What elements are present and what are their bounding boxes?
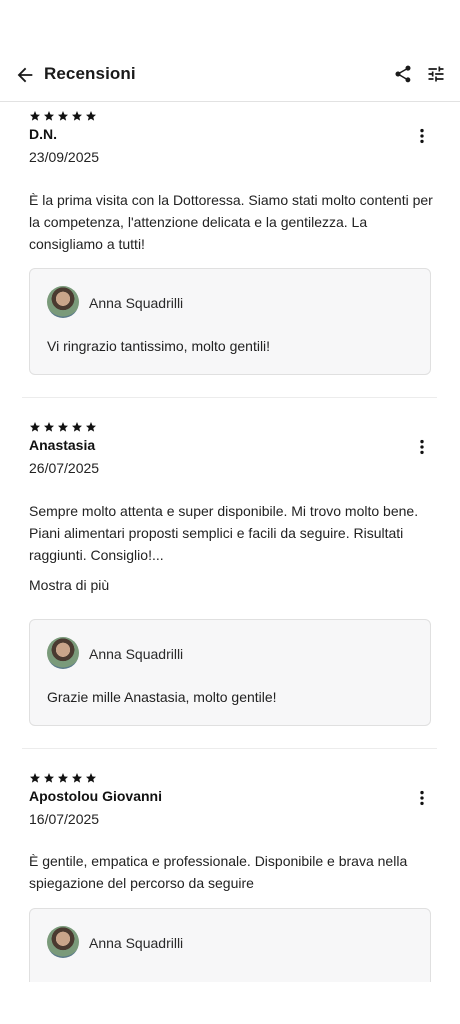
rating-stars [29, 421, 97, 433]
star-icon [44, 773, 54, 783]
rating-stars [29, 110, 97, 122]
reviewer-name: D.N. [29, 126, 57, 142]
page-title: Recensioni [44, 64, 136, 83]
star-icon [30, 111, 40, 121]
review-date: 23/09/2025 [29, 149, 100, 165]
reply-author: Anna Squadrilli [89, 295, 184, 311]
review-text: È gentile, empatica e professionale. Dis… [29, 853, 408, 891]
review-card: Apostolou Giovanni 16/07/2025 È gentile,… [0, 772, 460, 982]
more-options-button[interactable] [412, 437, 432, 457]
review-card: D.N. 23/09/2025 È la prima visita con la… [0, 110, 460, 400]
review-date: 16/07/2025 [29, 811, 100, 827]
reply-author: Anna Squadrilli [89, 935, 184, 951]
review-date: 26/07/2025 [29, 460, 100, 476]
reply-author: Anna Squadrilli [89, 646, 184, 662]
more-vertical-icon [420, 439, 424, 455]
star-icon [72, 111, 82, 121]
share-icon [395, 65, 411, 83]
sliders-icon [428, 66, 444, 82]
app-header: Recensioni [0, 50, 460, 102]
show-more-link[interactable]: Mostra di più [29, 577, 109, 593]
share-button[interactable] [393, 64, 415, 86]
doctor-reply: Anna Squadrilli [29, 908, 431, 982]
doctor-reply: Anna Squadrilli Grazie mille Anastasia, … [29, 619, 431, 726]
back-button[interactable] [12, 62, 38, 88]
review-text: È la prima visita con la Dottoressa. Sia… [29, 192, 433, 252]
star-icon [86, 111, 96, 121]
star-icon [58, 111, 68, 121]
star-icon [72, 773, 82, 783]
reply-text: Grazie mille Anastasia, molto gentile! [47, 689, 277, 705]
star-icon [86, 422, 96, 432]
star-icon [58, 422, 68, 432]
doctor-reply: Anna Squadrilli Vi ringrazio tantissimo,… [29, 268, 431, 375]
avatar [47, 637, 79, 669]
star-icon [86, 773, 96, 783]
reviewer-name: Anastasia [29, 437, 96, 453]
avatar [47, 286, 79, 318]
star-icon [72, 422, 82, 432]
rating-stars [29, 772, 97, 784]
review-text: Sempre molto attenta e super disponibile… [29, 503, 419, 563]
reviewer-name: Apostolou Giovanni [29, 788, 162, 804]
reply-text: Vi ringrazio tantissimo, molto gentili! [47, 338, 271, 354]
filter-button[interactable] [426, 64, 448, 86]
star-icon [44, 111, 54, 121]
star-icon [44, 422, 54, 432]
avatar [47, 926, 79, 958]
more-vertical-icon [420, 128, 424, 144]
divider [22, 397, 437, 398]
star-icon [58, 773, 68, 783]
more-options-button[interactable] [412, 126, 432, 146]
arrow-left-icon [17, 67, 33, 83]
more-options-button[interactable] [412, 788, 432, 808]
star-icon [30, 422, 40, 432]
star-icon [30, 773, 40, 783]
divider [22, 748, 437, 749]
more-vertical-icon [420, 790, 424, 806]
review-card: Anastasia 26/07/2025 Sempre molto attent… [0, 421, 460, 751]
